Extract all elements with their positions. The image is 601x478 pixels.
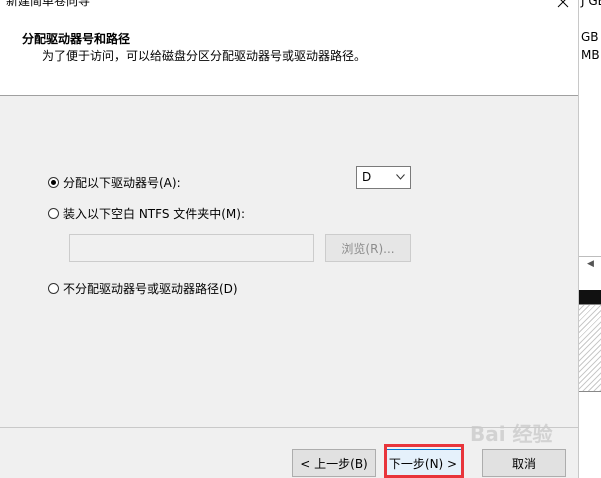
background-disk-management-window: J GB GB MB ◀ [578, 0, 601, 478]
scroll-left-icon[interactable]: ◀ [579, 258, 601, 270]
drive-letter-select[interactable]: D [356, 166, 411, 189]
window-title: 新建简单卷向导 [6, 0, 91, 8]
wizard-header: 新建简单卷向导 分配驱动器号和路径 为了便于访问，可以给磁盘分区分配驱动器号或驱… [0, 0, 578, 96]
step-description: 为了便于访问，可以给磁盘分区分配驱动器号或驱动器路径。 [42, 49, 367, 63]
assign-drive-letter-radio[interactable] [48, 176, 59, 188]
no-drive-letter-option[interactable]: 不分配驱动器号或驱动器路径(D) [48, 280, 238, 296]
back-button[interactable]: < 上一步(B) [292, 449, 376, 477]
browse-button[interactable]: 浏览(R)... [325, 234, 411, 262]
close-icon[interactable] [556, 0, 570, 10]
step-title: 分配驱动器号和路径 [22, 32, 131, 46]
folder-path-input[interactable] [69, 234, 314, 262]
mount-ntfs-folder-radio[interactable] [48, 207, 59, 219]
background-capacity-text: J GB [581, 0, 601, 8]
unallocated-space-block[interactable] [579, 304, 601, 392]
background-capacity-text: GB [581, 30, 599, 44]
assign-drive-letter-label: 分配以下驱动器号(A): [63, 175, 181, 190]
footer-divider [0, 427, 578, 428]
mount-ntfs-folder-label: 装入以下空白 NTFS 文件夹中(M): [63, 206, 246, 221]
no-drive-letter-label: 不分配驱动器号或驱动器路径(D) [63, 281, 238, 296]
background-capacity-text: MB [581, 48, 600, 62]
assign-drive-letter-option[interactable]: 分配以下驱动器号(A): [48, 174, 181, 190]
cancel-button[interactable]: 取消 [482, 449, 566, 477]
disk-volume-bar[interactable] [579, 290, 601, 304]
no-drive-letter-radio[interactable] [48, 282, 59, 294]
next-button[interactable]: 下一步(N) > [384, 449, 462, 477]
drive-letter-value: D [362, 170, 372, 184]
chevron-down-icon [396, 174, 405, 180]
watermark-text: Bai 经验 [470, 422, 553, 446]
mount-ntfs-folder-option[interactable]: 装入以下空白 NTFS 文件夹中(M): [48, 205, 245, 221]
new-simple-volume-wizard: 新建简单卷向导 分配驱动器号和路径 为了便于访问，可以给磁盘分区分配驱动器号或驱… [0, 0, 578, 478]
screen: J GB GB MB ◀ 新建简单卷向导 分配驱动器号和路径 为了便于访问，可以… [0, 0, 601, 478]
background-divider [579, 256, 601, 257]
